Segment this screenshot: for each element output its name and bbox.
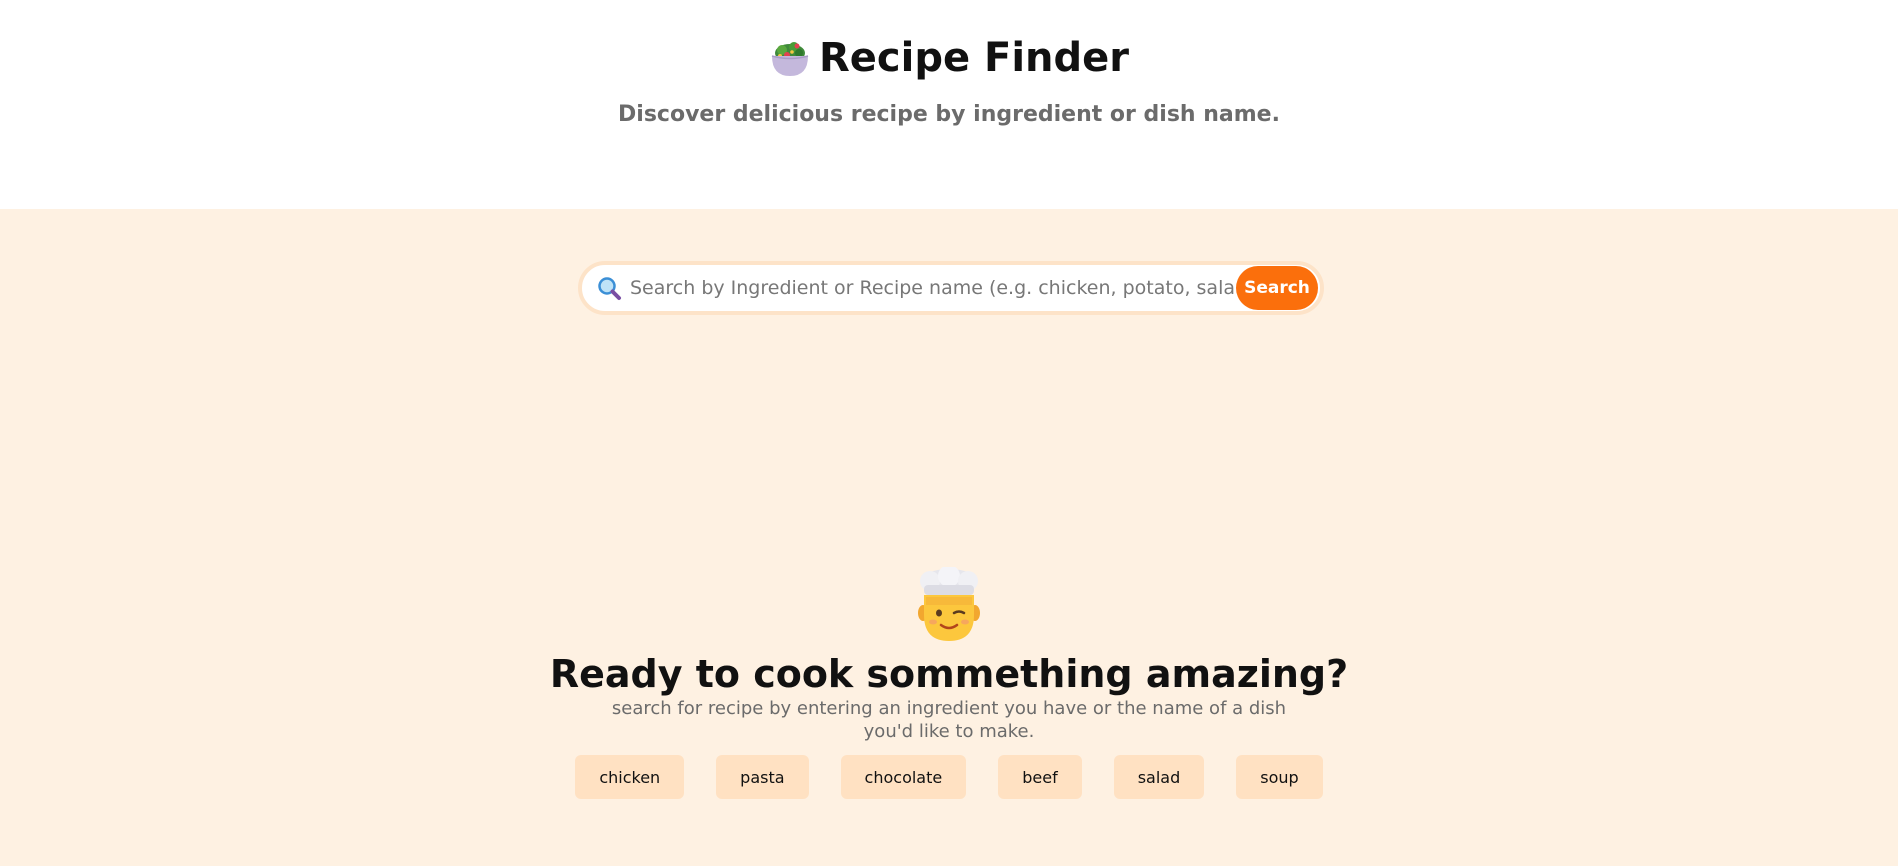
suggestion-chip-chicken[interactable]: chicken — [575, 755, 685, 799]
page-title: Recipe Finder — [818, 35, 1130, 81]
suggestion-chips: chicken pasta chocolate beef salad soup — [559, 755, 1338, 799]
suggestion-chip-soup[interactable]: soup — [1236, 755, 1323, 799]
empty-state-description: search for recipe by entering an ingredi… — [611, 698, 1287, 742]
empty-state-heading: Ready to cook sommething amazing? — [549, 652, 1349, 696]
magnifier-icon — [598, 277, 621, 300]
salad-bowl-icon — [771, 42, 809, 76]
search-input[interactable] — [630, 277, 1236, 299]
search-button[interactable]: Search — [1236, 266, 1318, 310]
suggestion-chip-salad[interactable]: salad — [1113, 755, 1205, 799]
chef-icon — [918, 567, 980, 641]
title-row: Recipe Finder — [769, 34, 1129, 82]
suggestion-chip-chocolate[interactable]: chocolate — [840, 755, 967, 799]
suggestion-chip-beef[interactable]: beef — [998, 755, 1082, 799]
main-content: Search Ready to cook sommething amazing?… — [0, 209, 1898, 866]
empty-state: Ready to cook sommething amazing? search… — [0, 567, 1898, 799]
header: Recipe Finder Discover delicious recipe … — [0, 0, 1898, 209]
suggestion-chip-pasta[interactable]: pasta — [716, 755, 809, 799]
page-subtitle: Discover delicious recipe by ingredient … — [618, 102, 1280, 127]
search-bar: Search — [578, 261, 1324, 315]
